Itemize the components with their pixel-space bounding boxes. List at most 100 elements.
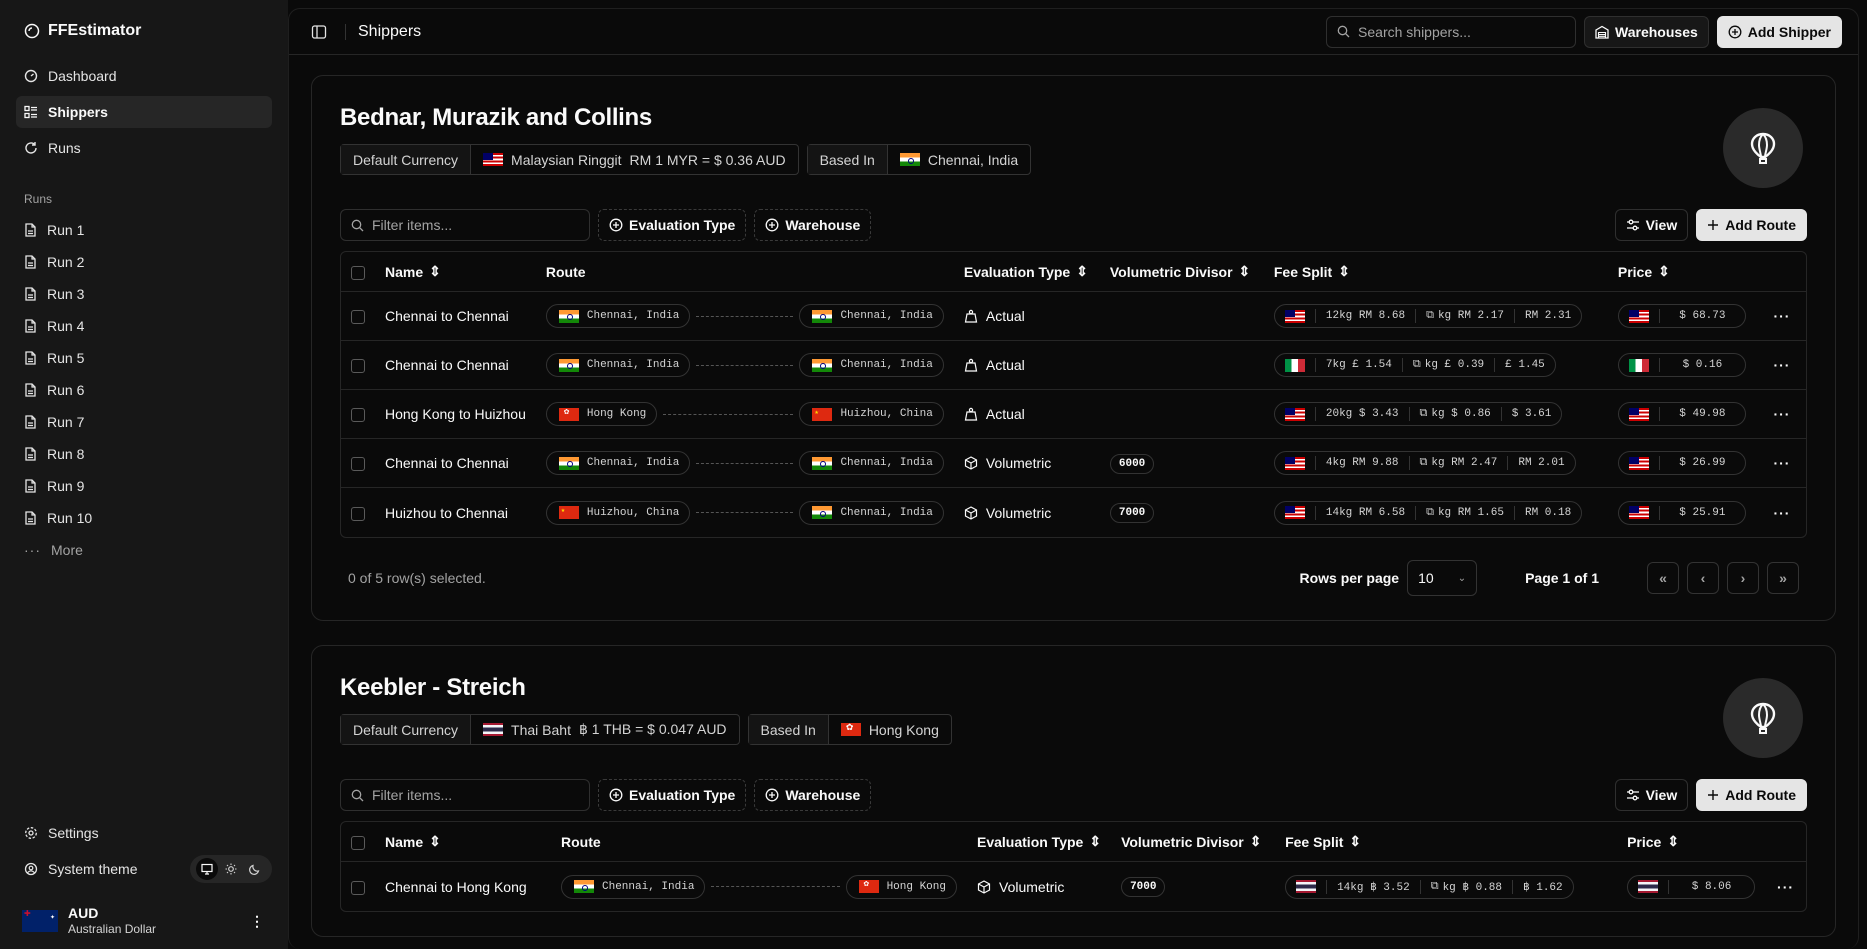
fee-per-kg: kg $ 0.86 (1431, 408, 1491, 420)
routes-table: Name ⇕ Route Evaluation Type ⇕ Volumetric … (340, 251, 1807, 538)
select-all-checkbox[interactable] (351, 265, 365, 280)
file-icon (24, 351, 37, 365)
row-checkbox[interactable] (351, 457, 365, 472)
route-line (696, 364, 794, 366)
nav-item-runs[interactable]: Runs (16, 132, 272, 164)
sort-icon: ⇕ (1338, 263, 1350, 279)
filter-input[interactable] (372, 217, 579, 233)
search-input[interactable] (1358, 23, 1566, 40)
italy-flag-icon (1628, 358, 1649, 372)
prev-page-icon[interactable]: ‹ (1687, 562, 1719, 594)
more-runs[interactable]: ··· More (16, 534, 272, 566)
sort-name-button[interactable]: Name ⇕ (385, 833, 441, 850)
file-icon (24, 415, 37, 429)
sidebar-toggle-icon[interactable] (305, 18, 333, 46)
sort-name-button[interactable]: Name ⇕ (385, 263, 441, 280)
main-nav: Dashboard Shippers Runs (16, 60, 272, 164)
run-label: Run 5 (47, 350, 85, 366)
run-item[interactable]: Run 10 (16, 502, 272, 534)
sort-price-button[interactable]: Price ⇕ (1618, 263, 1670, 280)
hong-kong-flag-icon (858, 880, 879, 893)
nav-item-shippers[interactable]: Shippers (16, 96, 272, 128)
warehouse-filter-button[interactable]: Warehouse (754, 209, 872, 241)
rows-per-page-value: 10 (1418, 570, 1434, 586)
filter-input[interactable] (372, 787, 579, 803)
table-row[interactable]: Chennai to Hong Kong Chennai, India Hong … (341, 862, 1806, 911)
destination-label: Chennai, India (840, 359, 933, 371)
add-route-button[interactable]: Add Route (1696, 779, 1807, 811)
next-page-icon[interactable]: › (1727, 562, 1759, 594)
table-row[interactable]: Huizhou to Chennai Huizhou, China Chennai… (341, 488, 1806, 537)
moon-icon[interactable] (244, 858, 266, 880)
sort-divisor-button[interactable]: Volumetric Divisor ⇕ (1121, 833, 1261, 850)
run-item[interactable]: Run 5 (16, 342, 272, 374)
currency-switcher[interactable]: AUD Australian Dollar ⋮ (16, 895, 272, 949)
nav-item-settings[interactable]: Settings (16, 817, 272, 849)
price-value: $ 0.16 (1658, 358, 1745, 372)
sort-divisor-button[interactable]: Volumetric Divisor ⇕ (1110, 263, 1250, 280)
row-actions-icon[interactable]: ··· (1758, 488, 1806, 537)
row-checkbox[interactable] (351, 310, 365, 325)
row-checkbox[interactable] (351, 359, 365, 374)
run-item[interactable]: Run 1 (16, 214, 272, 246)
route-name: Chennai to Chennai (375, 341, 536, 390)
table-row[interactable]: Chennai to Chennai Chennai, India Chennai… (341, 341, 1806, 390)
based-in-label: Based In (807, 145, 887, 174)
view-button[interactable]: View (1614, 779, 1689, 811)
run-item[interactable]: Run 4 (16, 310, 272, 342)
table-row[interactable]: Chennai to Chennai Chennai, India Chennai… (341, 439, 1806, 488)
fee-base: 12kg RM 8.68 (1314, 309, 1415, 323)
fee-split: 14kg RM 6.58 ⧉ kg RM 1.65 RM 0.18 (1273, 500, 1583, 525)
brand[interactable]: FFEstimator (16, 16, 272, 46)
run-item[interactable]: Run 9 (16, 470, 272, 502)
row-actions-icon[interactable]: ··· (1765, 862, 1806, 911)
row-checkbox[interactable] (351, 506, 365, 521)
sort-price-button[interactable]: Price ⇕ (1627, 833, 1679, 850)
evaluation-type-filter-button[interactable]: Evaluation Type (598, 209, 747, 241)
fee-extra: £ 1.45 (1494, 358, 1555, 372)
row-actions-icon[interactable]: ··· (1757, 292, 1806, 341)
warehouses-button[interactable]: Warehouses (1584, 15, 1709, 48)
row-actions-icon[interactable]: ··· (1757, 390, 1806, 439)
run-item[interactable]: Run 8 (16, 438, 272, 470)
view-button[interactable]: View (1614, 209, 1689, 241)
row-checkbox[interactable] (351, 408, 365, 423)
table-row[interactable]: Hong Kong to Huizhou Hong Kong Huizhou, C… (341, 390, 1806, 439)
warehouse-filter-button[interactable]: Warehouse (754, 779, 872, 811)
row-actions-icon[interactable]: ··· (1757, 439, 1806, 488)
view-label: View (1645, 217, 1678, 233)
india-flag-icon (812, 456, 833, 470)
fee-per-kg: kg £ 0.39 (1424, 359, 1485, 371)
sort-eval-button[interactable]: Evaluation Type ⇕ (977, 833, 1101, 850)
price-badge: $ 8.06 (1627, 874, 1756, 899)
fee-split: 12kg RM 8.68 ⧉ kg RM 2.17 RM 2.31 (1273, 304, 1583, 328)
table-row[interactable]: Chennai to Chennai Chennai, India Chennai… (341, 292, 1806, 341)
run-item[interactable]: Run 3 (16, 278, 272, 310)
price-badge: $ 25.91 (1617, 500, 1746, 525)
sun-icon[interactable] (220, 858, 242, 880)
price-badge: $ 49.98 (1617, 402, 1746, 426)
sort-eval-button[interactable]: Evaluation Type ⇕ (964, 263, 1088, 280)
more-vertical-icon[interactable]: ⋮ (250, 913, 264, 930)
row-actions-icon[interactable]: ··· (1757, 341, 1806, 390)
first-page-icon[interactable]: « (1647, 562, 1679, 594)
monitor-icon[interactable] (196, 858, 218, 880)
run-item[interactable]: Run 7 (16, 406, 272, 438)
nav-item-dashboard[interactable]: Dashboard (16, 60, 272, 92)
last-page-icon[interactable]: » (1767, 562, 1799, 594)
sort-fee-button[interactable]: Fee Split ⇕ (1274, 263, 1350, 280)
column-header: Name (385, 833, 424, 850)
run-item[interactable]: Run 6 (16, 374, 272, 406)
run-item[interactable]: Run 2 (16, 246, 272, 278)
add-shipper-button[interactable]: Add Shipper (1716, 15, 1842, 48)
row-checkbox[interactable] (351, 880, 365, 895)
evaluation-type-filter-button[interactable]: Evaluation Type (598, 779, 747, 811)
destination-badge: Chennai, India (799, 304, 944, 328)
rows-per-page-select[interactable]: 10 ⌄ (1407, 560, 1478, 596)
select-all-checkbox[interactable] (351, 835, 365, 850)
destination-badge: Chennai, India (799, 500, 944, 525)
add-route-button[interactable]: Add Route (1696, 209, 1807, 241)
box-icon (964, 505, 978, 520)
box-icon: ⧉ (1419, 457, 1428, 469)
sort-fee-button[interactable]: Fee Split ⇕ (1285, 833, 1361, 850)
